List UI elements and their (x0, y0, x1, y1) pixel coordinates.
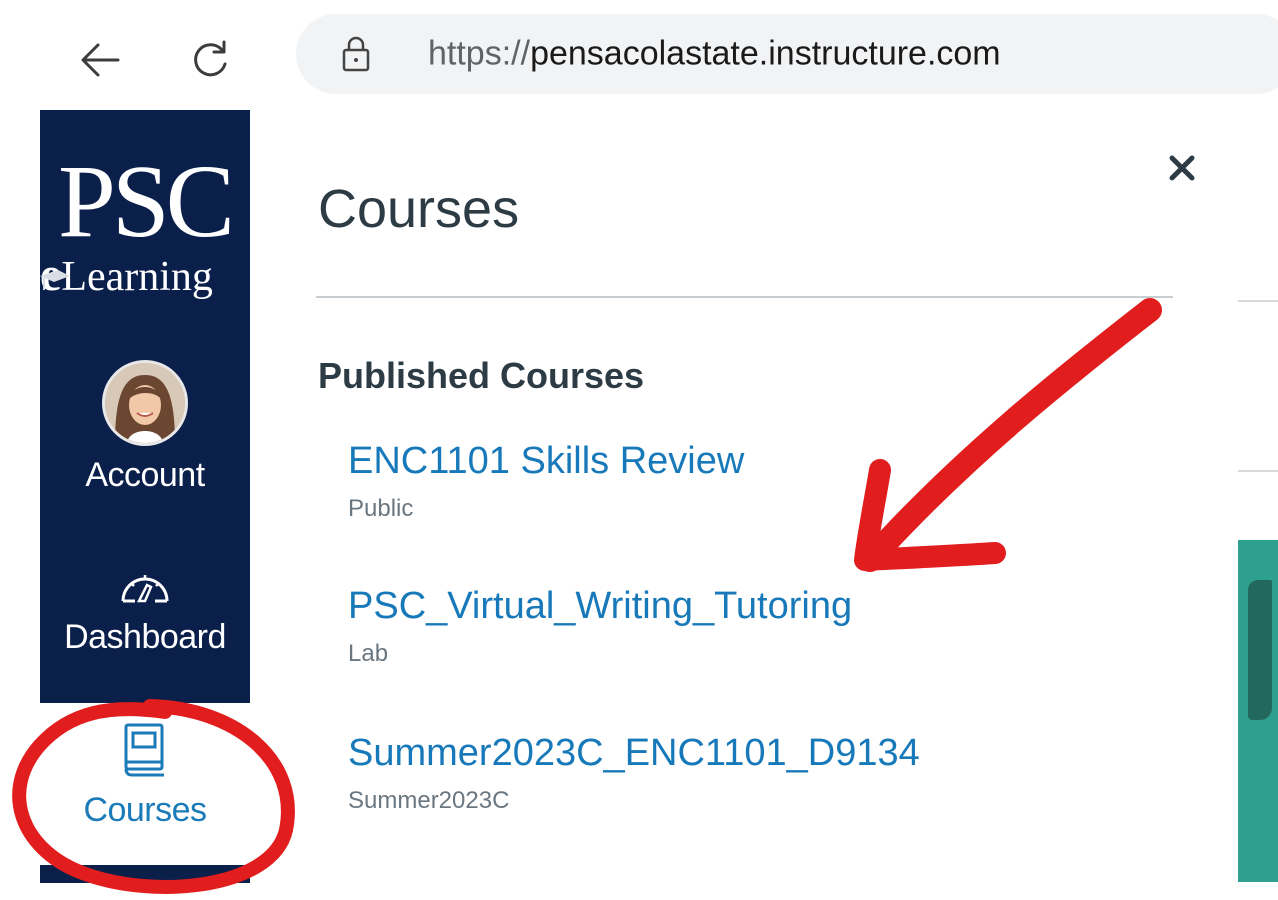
page-divider (1238, 470, 1278, 472)
logo-learning: Learning (61, 254, 213, 300)
courses-tray: Courses Published Courses ENC1101 Skills… (250, 110, 1238, 900)
page-divider (1238, 300, 1278, 302)
dashboard-gauge-icon (121, 575, 169, 603)
nav-label-account: Account (85, 456, 205, 494)
close-button[interactable] (1162, 150, 1202, 190)
url-scheme: https:// (428, 34, 531, 73)
nav-item-courses[interactable]: Courses (40, 722, 250, 830)
course-link[interactable]: ENC1101 Skills Review (348, 440, 744, 483)
back-button[interactable] (70, 30, 130, 90)
nav-label-courses: Courses (83, 791, 207, 829)
back-arrow-icon (81, 43, 120, 77)
lock-icon (342, 36, 370, 72)
course-item: ENC1101 Skills Review Public (348, 440, 744, 523)
address-bar[interactable]: https://pensacolastate.instructure.com (296, 14, 1278, 94)
logo-text-psc: PSC (58, 144, 235, 259)
psc-elearning-logo[interactable]: PSC eLearning (40, 150, 250, 300)
tray-divider (316, 296, 1173, 298)
url-host: pensacolastate.instructure.com (530, 34, 1001, 73)
browser-toolbar: https://pensacolastate.instructure.com (0, 0, 1278, 110)
close-icon (1169, 155, 1195, 181)
course-item: PSC_Virtual_Writing_Tutoring Lab (348, 585, 852, 668)
courses-book-icon (124, 723, 164, 777)
tray-title: Courses (318, 179, 520, 239)
course-term: Lab (348, 640, 389, 667)
course-link[interactable]: PSC_Virtual_Writing_Tutoring (348, 585, 852, 628)
course-term: Public (348, 495, 414, 522)
nav-bottom-strip (40, 865, 250, 883)
banner-detail (1248, 580, 1272, 720)
course-item: Summer2023C_ENC1101_D9134 Summer2023C (348, 732, 920, 815)
nav-item-dashboard[interactable]: Dashboard (40, 565, 250, 657)
published-courses-heading: Published Courses (318, 355, 645, 396)
reload-button[interactable] (180, 30, 240, 90)
global-nav: PSC eLearning Account Dashboard (40, 110, 250, 703)
graduation-cap-icon (40, 270, 70, 290)
nav-item-account[interactable]: Account (40, 360, 250, 495)
avatar (102, 360, 188, 446)
nav-label-dashboard: Dashboard (64, 618, 226, 656)
course-term: Summer2023C (348, 787, 510, 814)
course-link[interactable]: Summer2023C_ENC1101_D9134 (348, 732, 920, 775)
reload-icon (194, 40, 227, 77)
url-text: https://pensacolastate.instructure.com (428, 35, 1001, 74)
